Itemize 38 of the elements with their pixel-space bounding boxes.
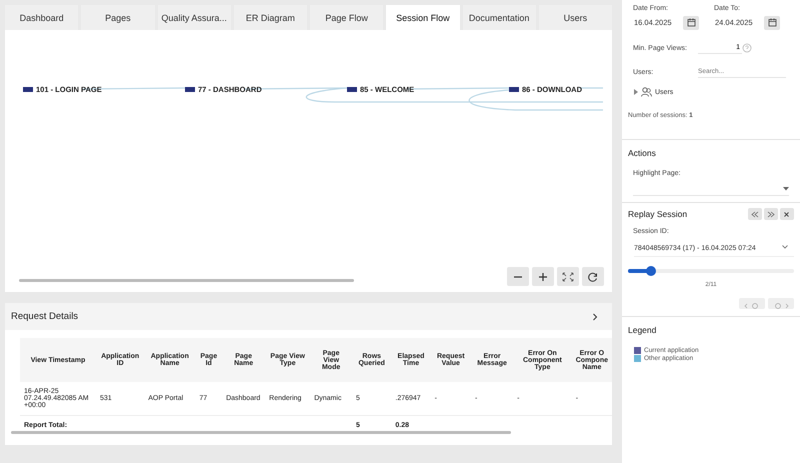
step-forward-icon [772,302,790,310]
forward-button[interactable] [764,208,778,220]
calendar-button[interactable] [764,16,780,30]
scrollbar[interactable] [11,431,511,434]
fit-screen-button[interactable] [557,267,579,286]
zoom-in-button[interactable] [532,267,554,286]
zoom-in-icon [537,272,549,282]
tab[interactable]: Users [538,5,612,30]
calendar-icon [686,18,696,27]
calendar-button[interactable] [683,16,699,30]
chevron-right-icon [592,312,598,320]
tab[interactable]: Quality Assura... [158,5,231,30]
dropdown-icon [783,187,789,191]
refresh-icon [587,272,599,282]
scrollbar[interactable] [19,279,354,282]
tab[interactable]: Pages [81,5,154,30]
help-icon [742,43,752,53]
tab[interactable]: Dashboard [5,5,78,30]
refresh-button[interactable] [582,267,604,286]
close-button[interactable] [780,208,794,220]
fit-screen-icon [562,272,574,282]
users-icon [641,87,652,97]
tab[interactable]: Documentation [462,5,536,30]
section-title: Replay Session [628,209,688,219]
slider-thumb[interactable] [646,266,656,276]
tab[interactable]: ER Diagram [234,5,307,30]
step-back-icon [743,302,761,310]
calendar-icon [768,18,776,27]
section-title: Actions [628,148,657,158]
rewind-icon [751,210,759,218]
fast-forward-icon [767,210,775,218]
tab[interactable]: Session Flow [386,5,460,30]
rewind-button[interactable] [748,208,762,220]
close-icon [783,210,791,218]
chevron-down-icon [782,245,788,249]
panel-title: Request Details [11,311,78,322]
section-title: Legend [628,325,658,335]
tab[interactable]: Page Flow [310,5,384,30]
